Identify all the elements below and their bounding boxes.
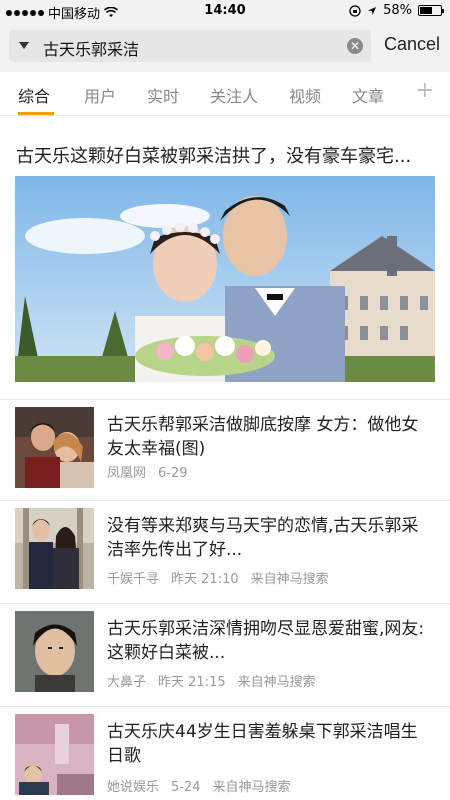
news-thumbnail[interactable] (15, 714, 94, 795)
featured-wedding-photo[interactable] (15, 176, 435, 382)
battery-icon (418, 5, 444, 16)
news-title[interactable]: 没有等来郑爽与马天宇的恋情,古天乐郭采洁率先传出了好... (107, 514, 427, 562)
cancel-button[interactable]: Cancel (384, 34, 440, 55)
news-time: 5-24 (171, 780, 201, 795)
clear-search-button[interactable]: ✕ (347, 38, 363, 54)
news-item[interactable]: 没有等来郑爽与马天宇的恋情,古天乐郭采洁率先传出了好... 千娱千寻 昨天 21:… (0, 502, 450, 602)
news-meta: 她说娱乐 5-24 来自神马搜索 (107, 776, 303, 795)
tab-users[interactable]: 用户 (84, 83, 116, 107)
news-source: 她说娱乐 (107, 780, 160, 795)
tab-followed[interactable]: 关注人 (210, 83, 258, 107)
tab-articles[interactable]: 文章 (352, 83, 384, 107)
news-title[interactable]: 古天乐郭采洁深情拥吻尽显恩爱甜蜜,网友:这颗好白菜被... (107, 617, 427, 665)
news-source: 千娱千寻 (107, 572, 160, 587)
news-thumbnail[interactable] (15, 611, 94, 692)
news-time: 6-29 (158, 466, 188, 481)
news-item[interactable]: 古天乐郭采洁深情拥吻尽显恩爱甜蜜,网友:这颗好白菜被... 大鼻子 昨天 21:1… (0, 605, 450, 705)
orientation-lock-icon (349, 4, 361, 17)
news-meta: 千娱千寻 昨天 21:10 来自神马搜索 (107, 568, 341, 587)
news-via: 来自神马搜索 (212, 780, 291, 795)
status-bar: 中国移动 14:40 58% (0, 0, 450, 22)
search-header: 古天乐郭采洁 ✕ Cancel (0, 22, 450, 72)
news-item[interactable]: 古天乐帮郭采洁做脚底按摩 女方：做他女友太幸福(图) 凤凰网 6-29 (0, 401, 450, 501)
tab-comprehensive[interactable]: 综合 (18, 83, 50, 107)
divider (0, 706, 450, 707)
news-title[interactable]: 古天乐帮郭采洁做脚底按摩 女方：做他女友太幸福(图) (107, 413, 427, 461)
divider (0, 399, 450, 400)
search-filter-dropdown-icon[interactable] (19, 42, 29, 49)
news-via: 来自神马搜索 (250, 572, 329, 587)
news-time: 昨天 21:10 (171, 572, 239, 587)
add-tab-icon[interactable]: + (416, 78, 434, 103)
location-arrow-icon (368, 6, 377, 15)
search-query-text[interactable]: 古天乐郭采洁 (43, 36, 139, 60)
category-tabs: 综合 用户 实时 关注人 视频 文章 + (0, 72, 450, 116)
news-meta: 大鼻子 昨天 21:15 来自神马搜索 (107, 671, 328, 690)
divider (0, 500, 450, 501)
tab-video[interactable]: 视频 (289, 83, 321, 107)
featured-title[interactable]: 古天乐这颗好白菜被郭采洁拱了，没有豪车豪宅... (16, 142, 436, 168)
tab-realtime[interactable]: 实时 (147, 83, 179, 107)
news-source: 大鼻子 (107, 675, 147, 690)
news-title[interactable]: 古天乐庆44岁生日害羞躲桌下郭采洁唱生日歌 (107, 720, 427, 768)
search-input[interactable]: 古天乐郭采洁 ✕ (9, 30, 371, 62)
battery-fill (420, 7, 432, 14)
active-tab-indicator (18, 112, 54, 115)
divider (0, 603, 450, 604)
battery-percentage: 58% (383, 3, 412, 18)
news-meta: 凤凰网 6-29 (107, 462, 200, 481)
news-thumbnail[interactable] (15, 508, 94, 589)
news-via: 来自神马搜索 (237, 675, 316, 690)
news-thumbnail[interactable] (15, 407, 94, 488)
status-right: 58% (349, 3, 444, 18)
news-item[interactable]: 古天乐庆44岁生日害羞躲桌下郭采洁唱生日歌 她说娱乐 5-24 来自神马搜索 (0, 708, 450, 800)
news-source: 凤凰网 (107, 466, 147, 481)
news-time: 昨天 21:15 (158, 675, 226, 690)
